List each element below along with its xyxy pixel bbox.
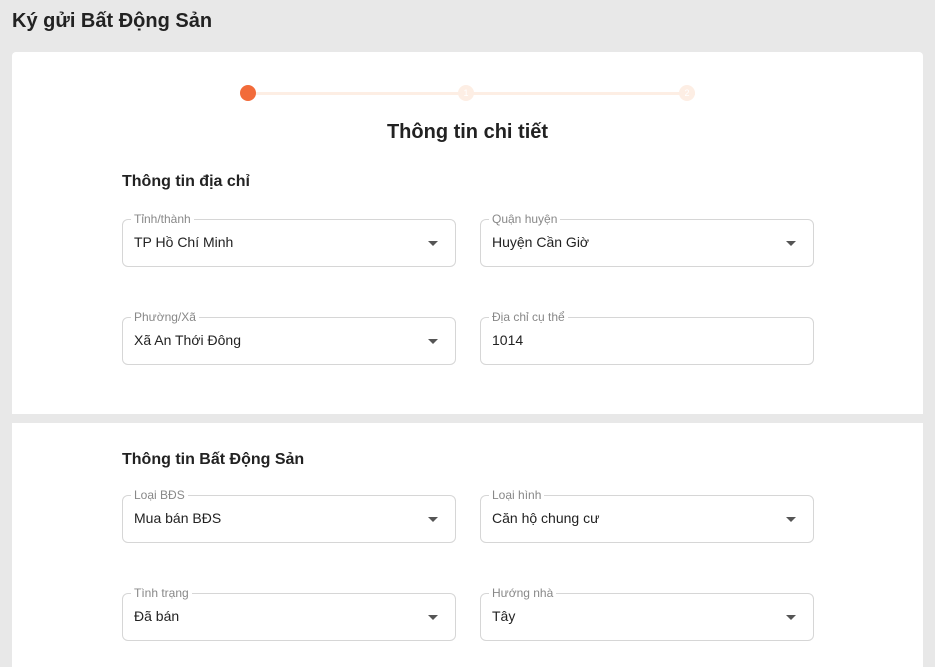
address-card: 1 2 Thông tin chi tiết Thông tin địa chỉ… — [12, 52, 923, 414]
property-category-value: Mua bán BĐS — [134, 510, 222, 526]
house-direction-value: Tây — [492, 608, 516, 624]
property-status-label: Tình trạng — [131, 586, 192, 600]
house-direction-label: Hướng nhà — [489, 586, 557, 600]
street-address-value: 1014 — [492, 332, 524, 348]
property-category-label: Loại BĐS — [131, 488, 188, 502]
ward-select[interactable]: Phường/Xã Xã An Thới Đông — [122, 310, 456, 365]
step-1-dot[interactable] — [240, 85, 256, 101]
ward-label: Phường/Xã — [131, 310, 199, 324]
property-status-select[interactable]: Tình trạng Đã bán — [122, 586, 456, 641]
step-3-dot[interactable]: 2 — [679, 85, 695, 101]
dropdown-arrow-icon — [428, 339, 438, 344]
province-value: TP Hồ Chí Minh — [134, 234, 234, 250]
dropdown-arrow-icon — [786, 615, 796, 620]
district-value: Huyện Cần Giờ — [492, 234, 590, 250]
province-label: Tỉnh/thành — [131, 212, 194, 226]
dropdown-arrow-icon — [428, 241, 438, 246]
street-address-label: Địa chỉ cụ thể — [489, 310, 568, 324]
dropdown-arrow-icon — [786, 517, 796, 522]
form-title: Thông tin chi tiết — [386, 121, 549, 143]
property-card: Thông tin Bất Động Sản Loại BĐS Mua bán … — [12, 423, 923, 667]
property-type-value: Căn hộ chung cư — [492, 510, 600, 526]
page-title: Ký gửi Bất Động Sản — [12, 10, 213, 32]
property-type-select[interactable]: Loại hình Căn hộ chung cư — [480, 488, 814, 543]
district-label: Quận huyện — [489, 212, 561, 226]
property-category-select[interactable]: Loại BĐS Mua bán BĐS — [122, 488, 456, 543]
step-2-dot[interactable]: 1 — [458, 85, 474, 101]
property-section-title: Thông tin Bất Động Sản — [122, 451, 305, 468]
address-section-title: Thông tin địa chỉ — [122, 173, 250, 190]
dropdown-arrow-icon — [428, 615, 438, 620]
street-address-input[interactable]: Địa chỉ cụ thể 1014 — [480, 310, 814, 365]
dropdown-arrow-icon — [428, 517, 438, 522]
property-status-value: Đã bán — [134, 608, 180, 624]
house-direction-select[interactable]: Hướng nhà Tây — [480, 586, 814, 641]
property-type-label: Loại hình — [489, 488, 545, 502]
ward-value: Xã An Thới Đông — [134, 332, 241, 348]
dropdown-arrow-icon — [786, 241, 796, 246]
province-select[interactable]: Tỉnh/thành TP Hồ Chí Minh — [122, 212, 456, 267]
stepper: 1 2 — [240, 84, 695, 102]
district-select[interactable]: Quận huyện Huyện Cần Giờ — [480, 212, 814, 267]
